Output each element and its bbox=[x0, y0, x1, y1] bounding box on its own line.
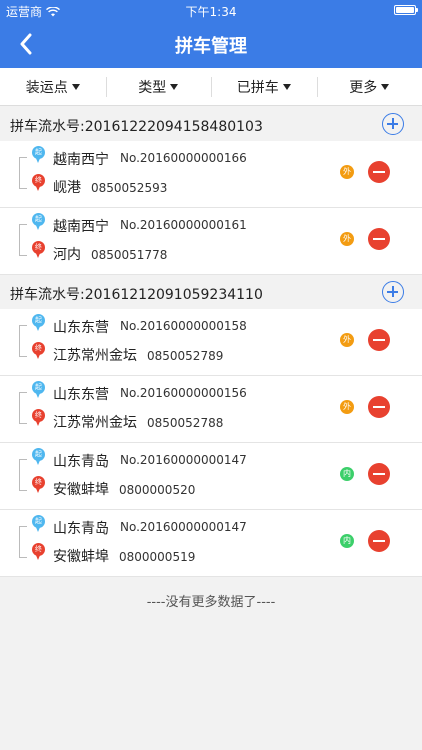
type-badge: 外 bbox=[340, 400, 354, 414]
order-number: No.20160000000158 bbox=[120, 319, 247, 333]
destination: 安徽蚌埠 0800000519 bbox=[53, 549, 196, 565]
destination: 江苏常州金坛 0850052789 bbox=[53, 348, 224, 364]
destination-code: 0850052593 bbox=[91, 181, 168, 195]
start-pin-icon: 起 bbox=[32, 314, 45, 332]
battery-icon bbox=[394, 5, 418, 15]
no-more-data: ----没有更多数据了---- bbox=[146, 595, 276, 610]
origin-name: 越南西宁 bbox=[53, 152, 109, 168]
start-pin-icon: 起 bbox=[32, 213, 45, 231]
filter-status[interactable]: 已拼车 bbox=[211, 68, 317, 105]
route-bracket bbox=[19, 325, 27, 357]
route-bracket bbox=[19, 459, 27, 491]
route-bracket bbox=[19, 392, 27, 424]
list-item[interactable]: 起 终 越南西宁 No.20160000000166 岘港 0850052593 … bbox=[0, 141, 422, 208]
caret-down-icon bbox=[71, 83, 80, 90]
remove-button[interactable] bbox=[368, 530, 390, 552]
destination-code: 0850052789 bbox=[147, 349, 224, 363]
remove-button[interactable] bbox=[368, 396, 390, 418]
start-pin-icon: 起 bbox=[32, 515, 45, 533]
list-item[interactable]: 起 终 山东东营 No.20160000000158 江苏常州金坛 0850052… bbox=[0, 309, 422, 376]
filter-loading-point[interactable]: 装运点 bbox=[0, 68, 106, 105]
start-pin-icon: 起 bbox=[32, 146, 45, 164]
page-title: 拼车管理 bbox=[175, 36, 247, 57]
group-serial: 拼车流水号:20161212091059234110 bbox=[10, 287, 263, 303]
destination: 河内 0850051778 bbox=[53, 247, 168, 263]
caret-down-icon bbox=[170, 83, 179, 90]
add-button[interactable] bbox=[382, 281, 404, 303]
type-badge: 外 bbox=[340, 165, 354, 179]
status-time: 下午1:34 bbox=[185, 5, 237, 19]
group-header: 拼车流水号:20161222094158480103 bbox=[0, 107, 422, 141]
destination: 岘港 0850052593 bbox=[53, 180, 168, 196]
origin-name: 山东青岛 bbox=[53, 454, 109, 470]
order-number: No.20160000000147 bbox=[120, 453, 247, 467]
nav-bar: 拼车管理 bbox=[0, 20, 422, 68]
group-serial: 拼车流水号:20161222094158480103 bbox=[10, 119, 263, 135]
route-bracket bbox=[19, 157, 27, 189]
destination-code: 0850052788 bbox=[147, 416, 224, 430]
carpool-group: 拼车流水号:20161222094158480103 起 终 越南西宁 No.2… bbox=[0, 107, 422, 275]
remove-button[interactable] bbox=[368, 463, 390, 485]
group-header: 拼车流水号:20161212091059234110 bbox=[0, 275, 422, 309]
origin-name: 越南西宁 bbox=[53, 219, 109, 235]
filter-label: 更多 bbox=[349, 79, 378, 96]
order-number: No.20160000000147 bbox=[120, 520, 247, 534]
list-item[interactable]: 起 终 越南西宁 No.20160000000161 河内 0850051778 … bbox=[0, 208, 422, 275]
type-badge: 外 bbox=[340, 232, 354, 246]
list-item[interactable]: 起 终 山东青岛 No.20160000000147 安徽蚌埠 080000052… bbox=[0, 443, 422, 510]
destination-code: 0850051778 bbox=[91, 248, 168, 262]
destination-code: 0800000519 bbox=[119, 550, 196, 564]
destination: 安徽蚌埠 0800000520 bbox=[53, 482, 196, 498]
filter-label: 类型 bbox=[138, 79, 167, 96]
end-pin-icon: 终 bbox=[32, 476, 45, 494]
remove-button[interactable] bbox=[368, 329, 390, 351]
type-badge: 内 bbox=[340, 534, 354, 548]
end-pin-icon: 终 bbox=[32, 174, 45, 192]
origin-name: 山东青岛 bbox=[53, 521, 109, 537]
type-badge: 内 bbox=[340, 467, 354, 481]
carpool-group: 拼车流水号:20161212091059234110 起 终 山东东营 No.2… bbox=[0, 275, 422, 577]
order-number: No.20160000000161 bbox=[120, 218, 247, 232]
start-pin-icon: 起 bbox=[32, 381, 45, 399]
filter-label: 装运点 bbox=[25, 79, 68, 96]
remove-button[interactable] bbox=[368, 161, 390, 183]
destination-code: 0800000520 bbox=[119, 483, 196, 497]
status-bar: 运营商 下午1:34 bbox=[0, 0, 422, 20]
list-item[interactable]: 起 终 山东青岛 No.20160000000147 安徽蚌埠 080000051… bbox=[0, 510, 422, 577]
carpool-list: 拼车流水号:20161222094158480103 起 终 越南西宁 No.2… bbox=[0, 107, 422, 610]
remove-button[interactable] bbox=[368, 228, 390, 250]
end-pin-icon: 终 bbox=[32, 409, 45, 427]
route-bracket bbox=[19, 224, 27, 256]
list-item[interactable]: 起 终 山东东营 No.20160000000156 江苏常州金坛 0850052… bbox=[0, 376, 422, 443]
order-number: No.20160000000166 bbox=[120, 151, 247, 165]
filter-more[interactable]: 更多 bbox=[316, 68, 422, 105]
origin-name: 山东东营 bbox=[53, 320, 109, 336]
filter-type[interactable]: 类型 bbox=[105, 68, 212, 105]
type-badge: 外 bbox=[340, 333, 354, 347]
end-pin-icon: 终 bbox=[32, 342, 45, 360]
end-pin-icon: 终 bbox=[32, 543, 45, 561]
filter-bar: 装运点 类型 已拼车 更多 bbox=[0, 68, 422, 106]
add-button[interactable] bbox=[382, 113, 404, 135]
destination: 江苏常州金坛 0850052788 bbox=[53, 415, 224, 431]
caret-down-icon bbox=[282, 83, 291, 90]
start-pin-icon: 起 bbox=[32, 448, 45, 466]
filter-label: 已拼车 bbox=[236, 79, 279, 96]
origin-name: 山东东营 bbox=[53, 387, 109, 403]
route-bracket bbox=[19, 526, 27, 558]
end-pin-icon: 终 bbox=[32, 241, 45, 259]
order-number: No.20160000000156 bbox=[120, 386, 247, 400]
caret-down-icon bbox=[381, 83, 390, 90]
